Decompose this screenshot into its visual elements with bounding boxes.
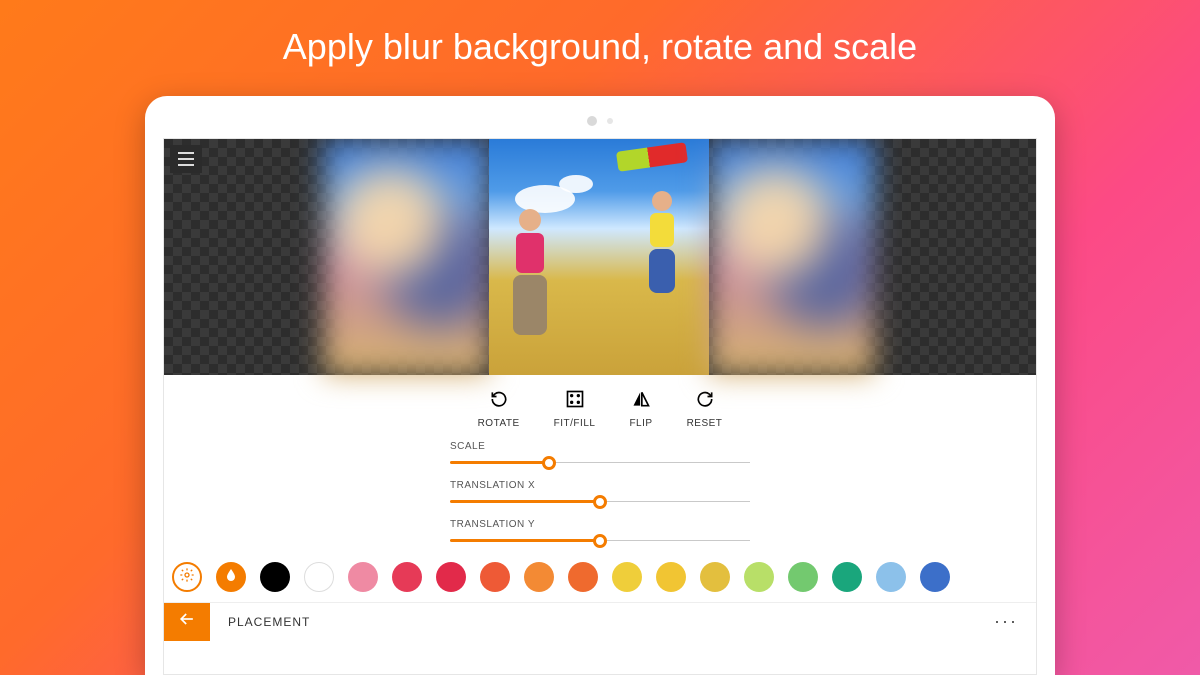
- transform-toolbar: ROTATE FIT/FILL FLIP RESET: [164, 375, 1036, 435]
- rotate-icon: [489, 389, 509, 412]
- tool-label: RESET: [687, 418, 723, 429]
- gear-icon: [179, 567, 195, 588]
- fit-fill-button[interactable]: FIT/FILL: [554, 389, 596, 429]
- drop-icon: [223, 567, 239, 588]
- slider-thumb[interactable]: [593, 534, 607, 548]
- more-button[interactable]: ···: [976, 611, 1036, 632]
- color-swatch[interactable]: [260, 562, 290, 592]
- tool-label: FIT/FILL: [554, 418, 596, 429]
- color-swatch[interactable]: [656, 562, 686, 592]
- bottom-bar: PLACEMENT ···: [164, 602, 1036, 640]
- color-swatch[interactable]: [348, 562, 378, 592]
- color-swatch[interactable]: [612, 562, 642, 592]
- arrow-left-icon: [177, 609, 197, 634]
- color-swatch[interactable]: [436, 562, 466, 592]
- blur-swatch[interactable]: [216, 562, 246, 592]
- color-swatch[interactable]: [524, 562, 554, 592]
- section-title: PLACEMENT: [228, 615, 976, 629]
- device-camera: [163, 114, 1037, 128]
- transparency-right: [874, 139, 1037, 375]
- translation-y-slider[interactable]: TRANSLATION Y: [450, 519, 750, 548]
- tool-label: ROTATE: [478, 418, 520, 429]
- color-swatch-row: [164, 552, 1036, 602]
- tool-label: FLIP: [629, 418, 652, 429]
- flip-icon: [631, 389, 651, 412]
- slider-label: TRANSLATION X: [450, 480, 750, 491]
- color-swatch[interactable]: [700, 562, 730, 592]
- back-button[interactable]: [164, 603, 210, 641]
- flip-button[interactable]: FLIP: [629, 389, 652, 429]
- color-swatch[interactable]: [832, 562, 862, 592]
- slider-label: TRANSLATION Y: [450, 519, 750, 530]
- color-swatch[interactable]: [392, 562, 422, 592]
- color-swatch[interactable]: [480, 562, 510, 592]
- photo-preview[interactable]: [489, 139, 709, 375]
- slider-thumb[interactable]: [593, 495, 607, 509]
- reset-button[interactable]: RESET: [687, 389, 723, 429]
- blur-background-right: [709, 139, 874, 375]
- hero-title: Apply blur background, rotate and scale: [0, 0, 1200, 68]
- fit-fill-icon: [565, 389, 585, 412]
- settings-swatch[interactable]: [172, 562, 202, 592]
- app-screen: ROTATE FIT/FILL FLIP RESET: [163, 138, 1037, 675]
- color-swatch[interactable]: [920, 562, 950, 592]
- reset-icon: [695, 389, 715, 412]
- color-swatch[interactable]: [788, 562, 818, 592]
- slider-thumb[interactable]: [542, 456, 556, 470]
- scale-slider[interactable]: SCALE: [450, 441, 750, 470]
- translation-x-slider[interactable]: TRANSLATION X: [450, 480, 750, 509]
- slider-label: SCALE: [450, 441, 750, 452]
- device-frame: ROTATE FIT/FILL FLIP RESET: [145, 96, 1055, 675]
- slider-panel: SCALE TRANSLATION X TRANSLATION Y: [164, 435, 1036, 552]
- editor-canvas[interactable]: [164, 139, 1036, 375]
- menu-icon[interactable]: [170, 145, 202, 173]
- transparency-left: [164, 139, 324, 375]
- color-swatch[interactable]: [876, 562, 906, 592]
- color-swatch[interactable]: [744, 562, 774, 592]
- rotate-button[interactable]: ROTATE: [478, 389, 520, 429]
- color-swatch[interactable]: [304, 562, 334, 592]
- color-swatch[interactable]: [568, 562, 598, 592]
- blur-background-left: [324, 139, 489, 375]
